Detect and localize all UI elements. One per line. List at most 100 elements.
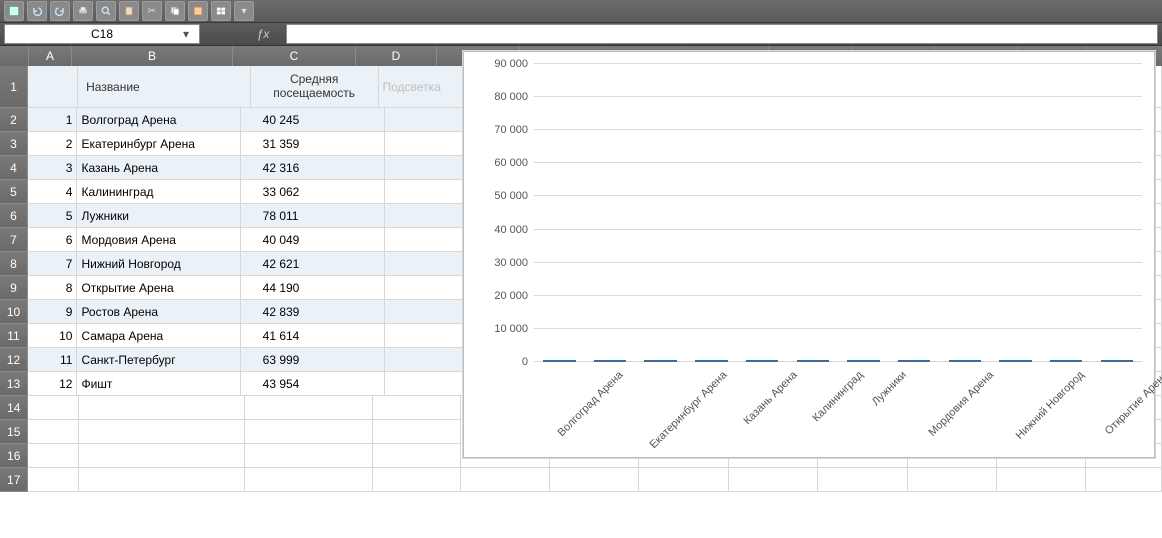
cell[interactable] xyxy=(385,228,471,252)
table-name-cell[interactable]: Волгоград Арена xyxy=(77,108,240,132)
chart-bar[interactable] xyxy=(898,360,930,362)
row-header[interactable]: 14 xyxy=(0,396,28,420)
cell[interactable] xyxy=(385,276,471,300)
table-value-cell[interactable]: 42 621 xyxy=(241,252,386,276)
table-value-cell[interactable]: 43 954 xyxy=(241,372,386,396)
table-value-cell[interactable]: 41 614 xyxy=(241,324,386,348)
row-header[interactable]: 5 xyxy=(0,180,28,204)
cell[interactable] xyxy=(79,420,245,444)
cell[interactable] xyxy=(373,420,460,444)
table-index-cell[interactable]: 10 xyxy=(28,324,77,348)
table-index-cell[interactable]: 11 xyxy=(28,348,77,372)
table-value-cell[interactable]: 42 839 xyxy=(241,300,386,324)
cell[interactable] xyxy=(385,108,471,132)
name-box[interactable]: C18 ▾ xyxy=(4,24,200,44)
save-icon[interactable] xyxy=(4,1,24,21)
print-icon[interactable] xyxy=(73,1,93,21)
cell[interactable] xyxy=(79,444,245,468)
table-name-cell[interactable]: Открытие Арена xyxy=(77,276,240,300)
row-header[interactable]: 7 xyxy=(0,228,28,252)
cell[interactable] xyxy=(245,396,374,420)
table-index-cell[interactable]: 8 xyxy=(28,276,77,300)
row-header[interactable]: 2 xyxy=(0,108,28,132)
table-name-cell[interactable]: Нижний Новгород xyxy=(77,252,240,276)
table-name-cell[interactable]: Ростов Арена xyxy=(77,300,240,324)
col-header[interactable]: D xyxy=(356,46,437,66)
table-icon[interactable] xyxy=(211,1,231,21)
row-header[interactable]: 3 xyxy=(0,132,28,156)
cell[interactable] xyxy=(385,132,471,156)
cell[interactable] xyxy=(818,468,907,492)
cell[interactable] xyxy=(245,444,374,468)
table-name-cell[interactable]: Калининград xyxy=(77,180,240,204)
chevron-down-icon[interactable]: ▾ xyxy=(183,27,197,41)
cell[interactable] xyxy=(550,468,639,492)
table-index-cell[interactable]: 1 xyxy=(28,108,77,132)
cell[interactable] xyxy=(245,420,374,444)
table-index-cell[interactable]: 7 xyxy=(28,252,77,276)
chart-bar[interactable] xyxy=(797,360,829,362)
row-header[interactable]: 4 xyxy=(0,156,28,180)
table-value-cell[interactable]: 44 190 xyxy=(241,276,386,300)
formula-input[interactable] xyxy=(286,24,1158,44)
cell[interactable] xyxy=(373,444,460,468)
cell[interactable] xyxy=(997,468,1086,492)
cell[interactable] xyxy=(385,252,471,276)
redo-icon[interactable] xyxy=(50,1,70,21)
table-header-cell[interactable] xyxy=(28,66,78,108)
table-header-cell[interactable]: Средняя посещаемость xyxy=(251,66,379,108)
cell[interactable] xyxy=(385,156,471,180)
chart-bar[interactable] xyxy=(543,360,575,362)
cell[interactable] xyxy=(79,396,245,420)
table-header-cell[interactable]: Подсветка xyxy=(379,66,466,108)
cell[interactable] xyxy=(385,180,471,204)
cell[interactable] xyxy=(1086,468,1162,492)
table-name-cell[interactable]: Лужники xyxy=(77,204,240,228)
cell[interactable] xyxy=(385,300,471,324)
table-index-cell[interactable]: 4 xyxy=(28,180,77,204)
chart-object[interactable]: 010 00020 00030 00040 00050 00060 00070 … xyxy=(463,51,1155,458)
row-header[interactable]: 10 xyxy=(0,300,28,324)
row-header[interactable]: 17 xyxy=(0,468,28,492)
cell[interactable] xyxy=(385,372,471,396)
cell[interactable] xyxy=(373,396,460,420)
table-value-cell[interactable]: 40 245 xyxy=(241,108,386,132)
cell[interactable] xyxy=(28,420,78,444)
table-value-cell[interactable]: 42 316 xyxy=(241,156,386,180)
row-header[interactable]: 12 xyxy=(0,348,28,372)
preview-icon[interactable] xyxy=(96,1,116,21)
table-value-cell[interactable]: 78 011 xyxy=(241,204,386,228)
cell[interactable] xyxy=(385,324,471,348)
row-header[interactable]: 6 xyxy=(0,204,28,228)
cell[interactable] xyxy=(245,468,374,492)
cell[interactable] xyxy=(729,468,818,492)
cell[interactable] xyxy=(28,444,78,468)
row-header[interactable]: 11 xyxy=(0,324,28,348)
cell[interactable] xyxy=(461,468,550,492)
table-value-cell[interactable]: 40 049 xyxy=(241,228,386,252)
table-name-cell[interactable]: Самара Арена xyxy=(77,324,240,348)
table-name-cell[interactable]: Екатеринбург Арена xyxy=(77,132,240,156)
table-index-cell[interactable]: 3 xyxy=(28,156,77,180)
col-header[interactable]: B xyxy=(72,46,233,66)
dropdown-icon[interactable]: ▾ xyxy=(234,1,254,21)
cell[interactable] xyxy=(385,204,471,228)
chart-bar[interactable] xyxy=(746,360,778,362)
table-value-cell[interactable]: 63 999 xyxy=(241,348,386,372)
chart-bar[interactable] xyxy=(1101,360,1133,362)
table-index-cell[interactable]: 2 xyxy=(28,132,77,156)
paste-icon[interactable] xyxy=(119,1,139,21)
select-all-corner[interactable] xyxy=(0,46,29,66)
row-header[interactable]: 16 xyxy=(0,444,28,468)
table-index-cell[interactable]: 12 xyxy=(28,372,77,396)
row-header[interactable]: 8 xyxy=(0,252,28,276)
table-header-cell[interactable]: Название xyxy=(78,66,251,108)
row-header[interactable]: 9 xyxy=(0,276,28,300)
cell[interactable] xyxy=(385,348,471,372)
table-index-cell[interactable]: 5 xyxy=(28,204,77,228)
copy-icon[interactable] xyxy=(165,1,185,21)
cell[interactable] xyxy=(639,468,728,492)
undo-icon[interactable] xyxy=(27,1,47,21)
chart-bar[interactable] xyxy=(999,360,1031,362)
cell[interactable] xyxy=(28,468,78,492)
